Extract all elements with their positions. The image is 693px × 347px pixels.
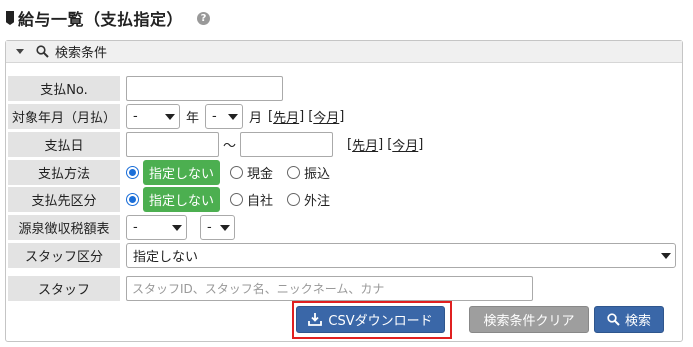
pay-date-label: 支払日 <box>8 132 120 157</box>
row-pay-method: 支払方法 指定しない 現金 振込 <box>8 160 344 185</box>
month-select[interactable]: - <box>205 104 244 129</box>
withholding-label: 源泉徴収税額表 <box>8 215 120 240</box>
chevron-down-icon <box>172 224 182 231</box>
magnifier-icon <box>36 45 49 58</box>
pay-method-label: 支払方法 <box>8 160 120 185</box>
year-select[interactable]: - <box>126 104 180 129</box>
caret-down-icon[interactable] <box>16 49 24 54</box>
prev-month-link[interactable]: 先月 <box>273 107 299 126</box>
staff-type-label: スタッフ区分 <box>8 243 120 268</box>
date-range-separator: 〜 <box>223 139 237 154</box>
chevron-down-icon <box>220 224 230 231</box>
pay-date-current-month-link[interactable]: 今月 <box>392 135 418 154</box>
row-pay-no: 支払No. <box>8 76 283 101</box>
page-title: 給与一覧（支払指定） <box>18 10 184 29</box>
row-pay-date: 支払日 〜 [先月] [今月] <box>8 132 423 157</box>
withholding-select-1[interactable]: - <box>126 215 187 240</box>
radio[interactable] <box>287 166 301 179</box>
highlight-box <box>292 301 452 339</box>
payee-type-option-outsource[interactable]: 外注 <box>287 190 330 209</box>
radio-selected[interactable] <box>126 166 139 179</box>
payee-type-label: 支払先区分 <box>8 187 120 212</box>
pay-method-option-unspecified[interactable]: 指定しない <box>126 160 221 185</box>
radio[interactable] <box>230 193 244 206</box>
radio[interactable] <box>230 166 244 179</box>
staff-label: スタッフ <box>8 276 120 301</box>
chevron-down-icon <box>228 113 239 120</box>
chevron-down-icon <box>661 252 671 259</box>
row-withholding: 源泉徴収税額表 - - <box>8 215 235 240</box>
payee-type-option-own-company[interactable]: 自社 <box>230 190 273 209</box>
pay-date-from-input[interactable] <box>126 132 219 157</box>
radio-selected[interactable] <box>126 193 139 206</box>
pay-method-option-cash[interactable]: 現金 <box>230 163 273 182</box>
payee-type-option-unspecified[interactable]: 指定しない <box>126 187 221 212</box>
month-unit: 月 <box>249 111 263 126</box>
row-staff-type: スタッフ区分 指定しない <box>8 243 676 268</box>
staff-search-input[interactable] <box>126 276 533 301</box>
clear-conditions-button[interactable]: 検索条件クリア <box>469 306 589 333</box>
row-target-month: 対象年月（月払） - 年 - 月 [先月] [今月] <box>8 104 344 129</box>
pay-no-label: 支払No. <box>8 76 120 101</box>
withholding-select-2[interactable]: - <box>200 215 235 240</box>
chevron-down-icon <box>165 113 175 120</box>
page-header: 給与一覧（支払指定） ? <box>6 5 211 31</box>
pay-date-to-input[interactable] <box>240 132 334 157</box>
target-month-label: 対象年月（月払） <box>8 104 120 129</box>
row-payee-type: 支払先区分 指定しない 自社 外注 <box>8 187 344 212</box>
title-marker-icon <box>6 11 14 25</box>
row-staff: スタッフ <box>8 276 533 301</box>
search-button[interactable]: 検索 <box>594 306 664 333</box>
pay-date-prev-month-link[interactable]: 先月 <box>352 135 378 154</box>
pay-method-option-transfer[interactable]: 振込 <box>287 163 330 182</box>
staff-type-select[interactable]: 指定しない <box>126 243 676 268</box>
question-circle-icon[interactable]: ? <box>197 11 211 25</box>
current-month-link[interactable]: 今月 <box>313 107 339 126</box>
radio[interactable] <box>287 193 301 206</box>
search-panel-title: 検索条件 <box>55 46 108 61</box>
pay-no-input[interactable] <box>126 76 283 101</box>
search-icon <box>607 313 620 326</box>
search-panel-header[interactable]: 検索条件 <box>6 41 682 63</box>
year-unit: 年 <box>186 111 200 126</box>
